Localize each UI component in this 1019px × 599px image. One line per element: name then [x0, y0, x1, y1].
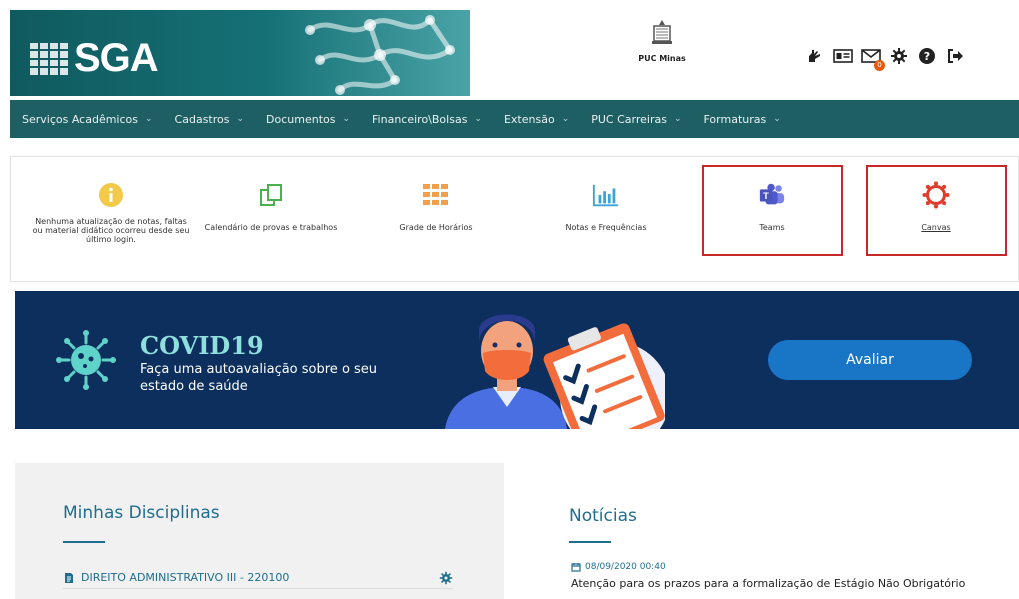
disciplina-item[interactable]: DIREITO ADMINISTRATIVO III - 220100: [63, 567, 453, 589]
quick-link-calendario[interactable]: Calendário de provas e trabalhos: [196, 157, 346, 281]
virus-icon: [56, 330, 116, 390]
mail-icon[interactable]: 0: [861, 46, 885, 71]
nav-servicos-academicos[interactable]: Serviços Acadêmicos ⌄: [22, 113, 153, 126]
noticias-title: Notícias: [569, 506, 637, 526]
crest-icon: [652, 20, 672, 44]
nav-financeiro-bolsas[interactable]: Financeiro\Bolsas ⌄: [372, 113, 482, 126]
chevron-down-icon: ⌄: [773, 114, 781, 124]
disciplinas-panel: Minhas Disciplinas DIREITO ADMINISTRATIV…: [15, 463, 504, 599]
mail-count-badge: 0: [874, 60, 885, 71]
chevron-down-icon: ⌄: [561, 114, 570, 124]
logo-grid-icon: [30, 42, 68, 75]
quick-link-grade[interactable]: Grade de Horários: [366, 157, 506, 281]
sga-logo[interactable]: SGA: [30, 36, 159, 81]
sign-language-icon[interactable]: [805, 46, 825, 66]
chevron-down-icon: ⌄: [342, 114, 351, 124]
copy-icon: [257, 181, 285, 209]
quick-link-label: Grade de Horários: [399, 223, 473, 232]
title-underline: [63, 541, 105, 543]
quick-link-label: Nenhuma atualização de notas, faltas ou …: [32, 217, 190, 244]
document-icon: [65, 572, 73, 583]
banner-subtitle: Faça uma autoavaliação sobre o seu estad…: [140, 362, 378, 394]
help-icon[interactable]: ?: [917, 46, 937, 66]
nav-puc-carreiras[interactable]: PUC Carreiras ⌄: [591, 113, 681, 126]
nav-formaturas[interactable]: Formaturas ⌄: [704, 113, 781, 126]
quick-link-label: Calendário de provas e trabalhos: [204, 223, 338, 232]
quick-link-notas[interactable]: Notas e Frequências: [531, 157, 681, 281]
info-icon: [97, 181, 125, 209]
institution-name: PUC Minas: [638, 54, 686, 63]
gear-icon[interactable]: [439, 571, 453, 585]
id-card-icon[interactable]: [833, 46, 853, 66]
chevron-down-icon: ⌄: [673, 114, 682, 124]
gear-icon[interactable]: [889, 46, 909, 66]
logout-icon[interactable]: [945, 46, 965, 66]
grid-icon: [422, 181, 450, 209]
puc-minas-logo: PUC Minas: [626, 18, 698, 63]
molecule-decoration: [305, 15, 455, 95]
highlight-frame-teams: [702, 165, 843, 256]
health-checklist-illustration: [445, 314, 665, 429]
banner-title: COVID19: [140, 331, 264, 360]
nav-extensao[interactable]: Extensão ⌄: [504, 113, 569, 126]
title-underline: [569, 541, 611, 543]
quick-link-updates: Nenhuma atualização de notas, faltas ou …: [31, 157, 191, 281]
covid-banner: COVID19 Faça uma autoavaliação sobre o s…: [15, 291, 1019, 429]
disciplina-name: DIREITO ADMINISTRATIVO III - 220100: [81, 571, 290, 584]
news-headline[interactable]: Atenção para os prazos para a formalizaç…: [571, 577, 965, 590]
svg-text:?: ?: [924, 50, 930, 63]
quick-link-label: Notas e Frequências: [565, 223, 647, 232]
nav-cadastros[interactable]: Cadastros ⌄: [175, 113, 244, 126]
nav-documentos[interactable]: Documentos ⌄: [266, 113, 350, 126]
disciplinas-title: Minhas Disciplinas: [63, 503, 220, 523]
logo-text: SGA: [74, 36, 159, 80]
chevron-down-icon: ⌄: [145, 114, 153, 124]
brand-banner: SGA: [10, 10, 470, 96]
highlight-frame-canvas: [866, 165, 1007, 256]
bar-chart-icon: [592, 181, 620, 209]
chevron-down-icon: ⌄: [236, 114, 245, 124]
quick-links-panel: Nenhuma atualização de notas, faltas ou …: [10, 156, 1019, 282]
chevron-down-icon: ⌄: [474, 114, 482, 124]
news-date: 08/09/2020 00:40: [571, 562, 666, 572]
main-nav: Serviços Acadêmicos ⌄ Cadastros ⌄ Document…: [10, 100, 1019, 138]
app-header: SGA PUC Minas 0 ?: [10, 10, 1019, 96]
avaliar-button[interactable]: Avaliar: [768, 340, 972, 380]
calendar-icon: [571, 563, 581, 572]
header-icon-bar: 0 ?: [805, 46, 965, 71]
